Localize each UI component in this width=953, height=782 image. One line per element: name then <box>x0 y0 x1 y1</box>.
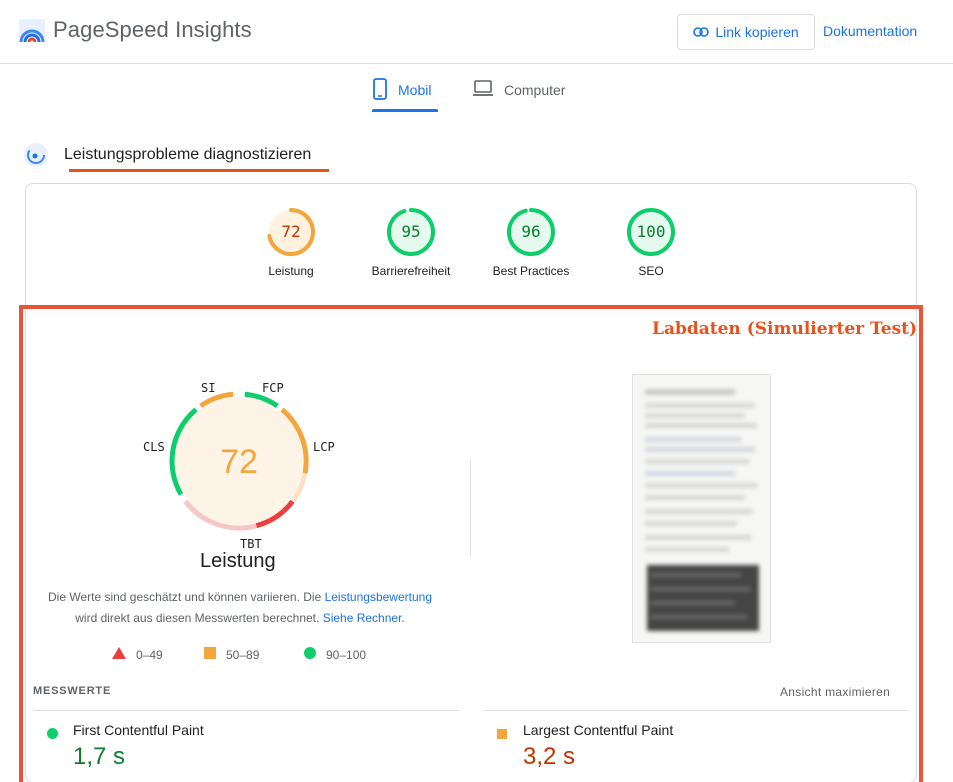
score-value: 95 <box>401 222 420 241</box>
score-gauge-best-practices: 96 <box>507 208 555 256</box>
copy-link-button[interactable]: Link kopieren <box>677 14 815 50</box>
good-metric-circle-icon <box>47 726 58 744</box>
active-tab-indicator <box>372 109 438 112</box>
metrics-divider-right <box>483 710 909 711</box>
legend-item-poor: 0–49 <box>112 647 163 662</box>
column-divider <box>470 460 471 556</box>
metric-value-lcp: 3,2 s <box>523 743 576 770</box>
category-label: Best Practices <box>492 264 570 278</box>
square-icon <box>204 647 216 662</box>
score-description: Die Werte sind geschätzt und können vari… <box>40 587 440 629</box>
gauge-title: Leistung <box>200 550 276 572</box>
top-header: PageSpeed Insights Link kopieren Dokumen… <box>0 0 953 64</box>
category-score-best-practices[interactable]: 96 Best Practices <box>471 206 591 278</box>
score-gauge-seo: 100 <box>627 208 675 256</box>
description-text: . <box>401 611 405 625</box>
gauge-label-tbt: TBT <box>240 537 262 551</box>
section-title: Leistungsprobleme diagnostizieren <box>64 146 312 163</box>
laptop-icon <box>472 78 494 101</box>
category-score-accessibility[interactable]: 95 Barrierefreiheit <box>351 206 471 278</box>
legend-range: 0–49 <box>136 647 163 662</box>
gauge-score: 72 <box>220 443 258 481</box>
score-gauge-accessibility: 95 <box>387 208 435 256</box>
copy-link-label: Link kopieren <box>715 24 799 40</box>
smartphone-icon <box>372 78 388 103</box>
score-value: 72 <box>281 222 300 241</box>
category-score-seo[interactable]: 100 SEO <box>591 206 711 278</box>
highlight-underline <box>69 169 329 172</box>
tab-desktop[interactable]: Computer <box>472 78 565 114</box>
legend-item-good: 90–100 <box>304 647 366 662</box>
gauge-label-cls: CLS <box>143 440 165 454</box>
description-text: Die Werte sind geschätzt und können vari… <box>47 590 325 604</box>
metrics-header: MESSWERTE <box>33 685 112 697</box>
score-value: 100 <box>637 222 666 241</box>
gauge-label-lcp: LCP <box>313 440 335 454</box>
description-text: wird direkt aus diesen Messwerten berech… <box>75 611 323 625</box>
gauge-label-fcp: FCP <box>262 381 284 395</box>
metrics-divider-left <box>33 710 459 711</box>
category-label: Leistung <box>268 264 314 278</box>
metric-value-fcp: 1,7 s <box>73 743 126 770</box>
pagespeed-logo-icon[interactable] <box>18 18 46 44</box>
diagnose-icon <box>24 143 48 167</box>
circle-icon <box>304 647 316 662</box>
legend-item-average: 50–89 <box>204 647 259 662</box>
expand-view-toggle[interactable]: Ansicht maximieren <box>780 685 890 699</box>
tab-mobile-label: Mobil <box>398 82 432 98</box>
performance-score-link[interactable]: Leistungsbewertung <box>325 590 432 604</box>
tab-mobile[interactable]: Mobil <box>372 78 438 114</box>
documentation-link[interactable]: Dokumentation <box>823 23 917 39</box>
legend-range: 50–89 <box>226 647 260 662</box>
link-icon <box>693 24 710 40</box>
triangle-icon <box>112 647 126 662</box>
performance-gauge: 72 <box>169 391 309 531</box>
legend-range: 90–100 <box>326 647 367 662</box>
score-value: 96 <box>521 222 540 241</box>
category-label: Barrierefreiheit <box>371 264 451 278</box>
metric-name-lcp: Largest Contentful Paint <box>523 722 674 738</box>
calculator-link[interactable]: Siehe Rechner <box>323 611 402 625</box>
lab-data-annotation: Labdaten (Simulierter Test) <box>652 319 918 339</box>
average-metric-square-icon <box>497 726 507 744</box>
app-title: PageSpeed Insights <box>53 17 252 42</box>
score-gauge-performance: 72 <box>267 208 315 256</box>
gauge-label-si: SI <box>201 381 216 395</box>
category-score-performance[interactable]: 72 Leistung <box>231 206 351 278</box>
metric-name-fcp: First Contentful Paint <box>73 722 204 738</box>
page-screenshot-thumbnail[interactable] <box>632 374 771 643</box>
category-label: SEO <box>638 264 664 278</box>
tab-desktop-label: Computer <box>504 82 566 98</box>
